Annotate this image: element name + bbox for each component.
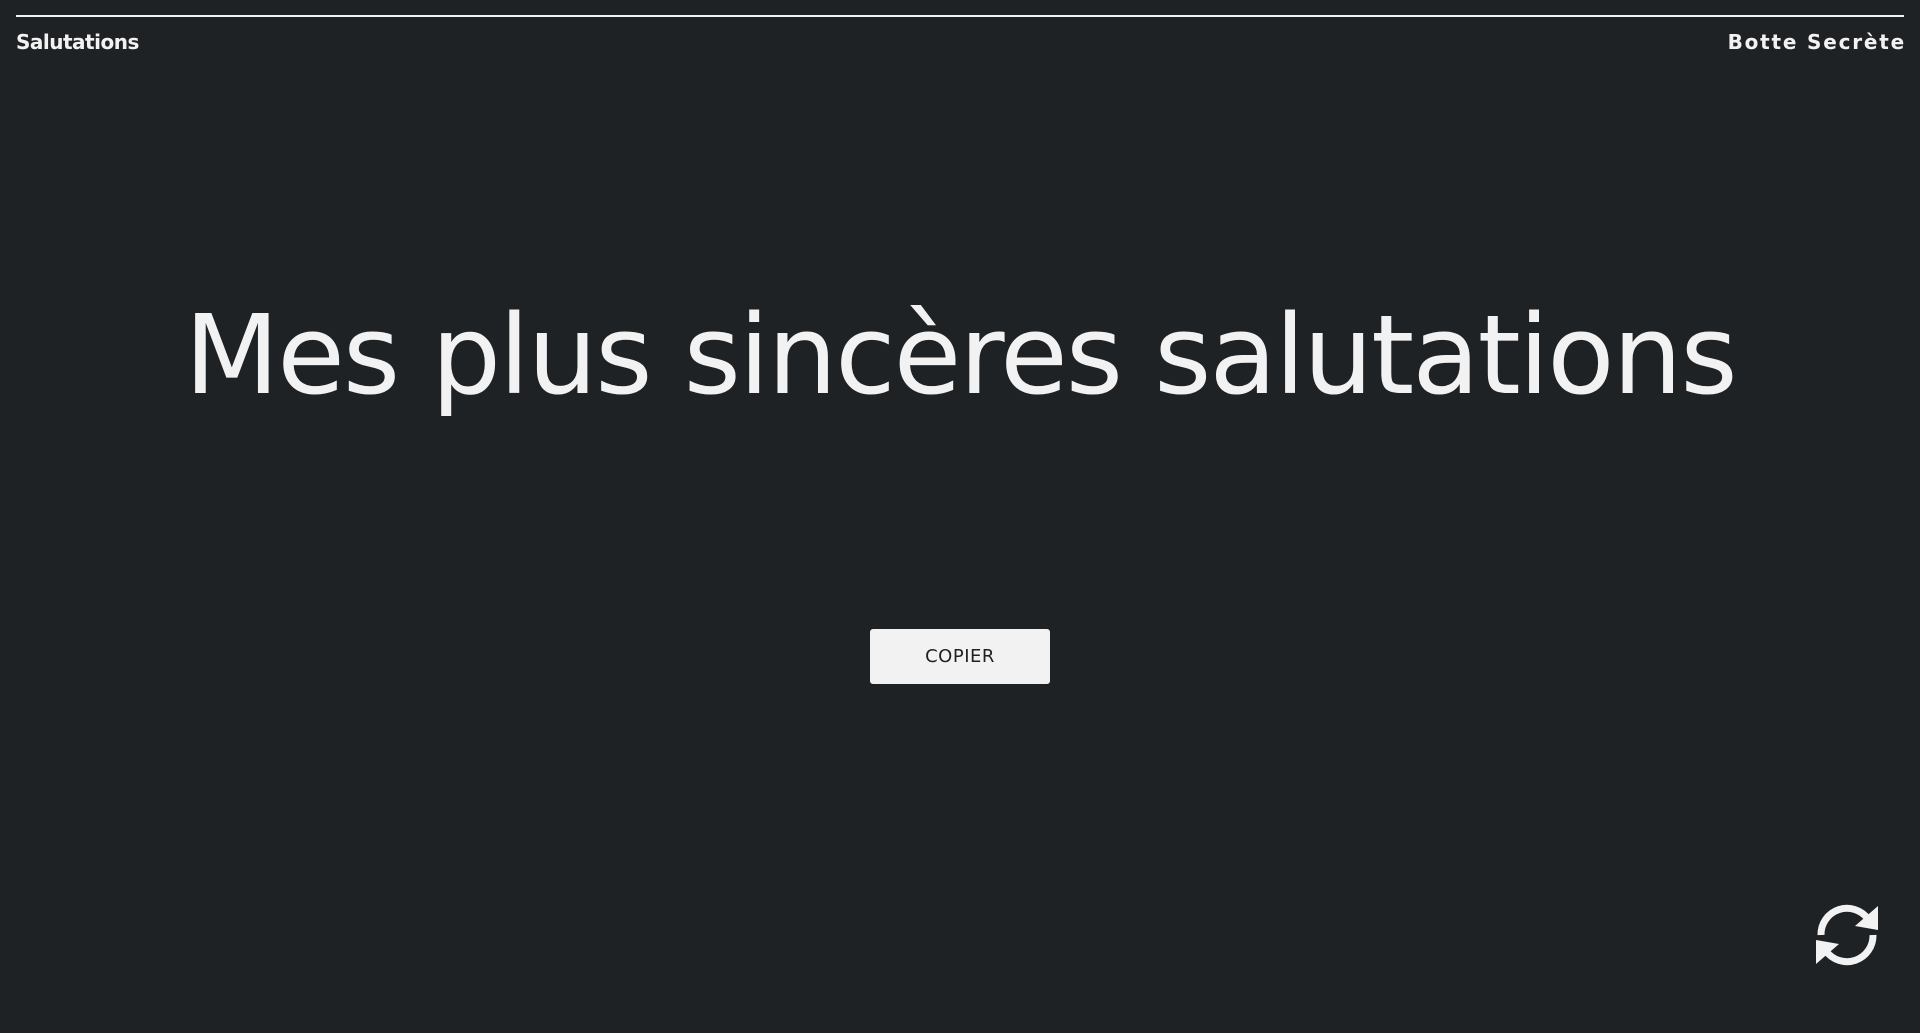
copy-button[interactable]: COPIER: [870, 629, 1050, 684]
refresh-icon: [1816, 904, 1878, 966]
header-link-botte-secrete[interactable]: Botte Secrète: [1728, 30, 1906, 54]
header-link-salutations[interactable]: Salutations: [16, 30, 139, 54]
refresh-button[interactable]: [1808, 896, 1886, 974]
page: Salutations Botte Secrète Mes plus sincè…: [0, 0, 1920, 1033]
greeting-text: Mes plus sincères salutations: [184, 291, 1737, 419]
header-divider: [16, 15, 1904, 17]
